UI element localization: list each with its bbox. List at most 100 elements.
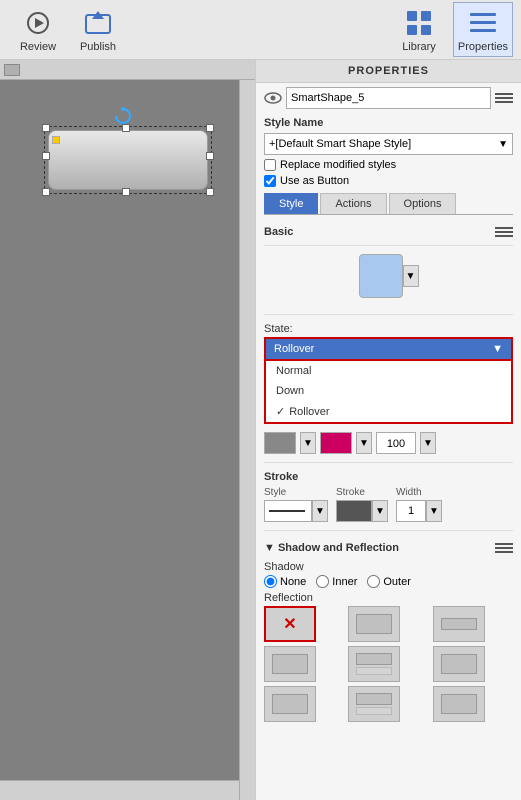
state-option-rollover[interactable]: ✓Rollover (266, 401, 511, 422)
reflection-thumb-7[interactable] (264, 686, 316, 722)
library-button[interactable]: Library (389, 2, 449, 57)
shape-name-input[interactable] (286, 87, 491, 109)
reflection-thumb-5[interactable] (348, 646, 400, 682)
style-dropdown[interactable]: +[Default Smart Shape Style] ▼ (264, 133, 513, 155)
fill-opacity-value: 100 (376, 432, 416, 454)
handle-mid-right[interactable] (206, 152, 214, 160)
properties-panel: PROPERTIES Style Name +[Default Smart Sh… (255, 60, 521, 800)
reflection-thumb-3[interactable] (433, 606, 485, 642)
stroke-style-dropdown[interactable]: ▼ (312, 500, 328, 522)
shadow-menu-icon[interactable] (495, 539, 513, 557)
canvas-scroll-top (0, 60, 255, 80)
shadow-outer-radio[interactable] (367, 575, 380, 588)
use-as-button-label: Use as Button (280, 175, 349, 187)
replace-styles-row: Replace modified styles (256, 157, 521, 173)
basic-menu-icon[interactable] (495, 223, 513, 241)
reflection-rect (356, 614, 392, 634)
publish-button[interactable]: Publish (68, 2, 128, 57)
reflection-thumb-none[interactable]: ✕ (264, 606, 316, 642)
stroke-color-col: Stroke ▼ (336, 487, 388, 522)
thumb-r2-8 (356, 707, 392, 715)
stroke-color-dropdown[interactable]: ▼ (372, 500, 388, 522)
visibility-icon[interactable] (264, 92, 282, 104)
scroll-left[interactable] (4, 64, 20, 76)
thumb-r1-5 (356, 653, 392, 665)
use-as-button-checkbox[interactable] (264, 175, 276, 187)
handle-top-mid[interactable] (122, 124, 130, 132)
reflection-two-rect-8 (356, 693, 392, 715)
handle-bot-right[interactable] (206, 188, 214, 196)
fill-pink-dropdown[interactable]: ▼ (356, 432, 372, 454)
shadow-inner-option[interactable]: Inner (316, 575, 357, 588)
handle-top-left[interactable] (42, 124, 50, 132)
canvas-scroll-right[interactable] (239, 80, 255, 800)
stroke-style-select[interactable] (264, 500, 312, 522)
rotate-icon (113, 106, 133, 126)
shadow-outer-option[interactable]: Outer (367, 575, 411, 588)
review-button[interactable]: Review (8, 2, 68, 57)
reflection-two-rect-5 (356, 653, 392, 675)
reflection-thumb-9[interactable] (433, 686, 485, 722)
stroke-header: Stroke (264, 471, 513, 483)
handle-top-right[interactable] (206, 124, 214, 132)
handle-bot-mid[interactable] (122, 188, 130, 196)
tab-actions[interactable]: Actions (320, 193, 386, 214)
properties-button[interactable]: Properties (453, 2, 513, 57)
color-dropdown-arrow[interactable]: ▼ (403, 265, 419, 287)
reflection-grid: ✕ (264, 606, 513, 722)
fill-row: ▼ ▼ 100 ▼ (256, 428, 521, 458)
divider-2 (264, 462, 513, 463)
state-dropdown-selected[interactable]: Rollover ▼ (264, 337, 513, 361)
use-as-button-row: Use as Button (256, 173, 521, 189)
shape-yellow-handle[interactable] (52, 136, 60, 144)
state-option-normal[interactable]: Normal (266, 361, 511, 381)
canvas-area (0, 60, 255, 800)
tab-style[interactable]: Style (264, 193, 318, 214)
replace-styles-label: Replace modified styles (280, 159, 396, 171)
shadow-section-title: ▼ Shadow and Reflection (264, 542, 399, 554)
fill-opacity-dropdown[interactable]: ▼ (420, 432, 436, 454)
reflection-thumb-6[interactable] (433, 646, 485, 682)
reflection-thumb-4[interactable] (264, 646, 316, 682)
state-selected-value: Rollover (274, 343, 314, 355)
red-x-icon: ✕ (283, 614, 296, 634)
tab-options[interactable]: Options (389, 193, 457, 214)
stroke-style-col: Style ▼ (264, 487, 328, 522)
reflection-rect-4 (272, 654, 308, 674)
fill-gray-dropdown[interactable]: ▼ (300, 432, 316, 454)
replace-styles-checkbox[interactable] (264, 159, 276, 171)
name-menu-icon[interactable] (495, 89, 513, 107)
stroke-style-label: Style (264, 487, 328, 498)
handle-mid-left[interactable] (42, 152, 50, 160)
divider-3 (264, 530, 513, 531)
divider-1 (264, 314, 513, 315)
smart-shape-container (38, 120, 218, 200)
shadow-radio-row: None Inner Outer (264, 575, 513, 588)
fill-swatch-gray[interactable] (264, 432, 296, 454)
name-row (256, 83, 521, 113)
shadow-none-radio[interactable] (264, 575, 277, 588)
state-option-down[interactable]: Down (266, 381, 511, 401)
style-dropdown-arrow: ▼ (498, 139, 508, 150)
fill-swatch-pink[interactable] (320, 432, 352, 454)
color-swatch[interactable] (359, 254, 403, 298)
basic-label: Basic (264, 226, 293, 238)
reflection-rect-6 (441, 654, 477, 674)
smart-shape[interactable] (48, 130, 208, 190)
shadow-header: ▼ Shadow and Reflection (264, 539, 513, 557)
state-section: State: Rollover ▼ Normal Down ✓Rollover (256, 319, 521, 428)
thumb-r1 (441, 618, 477, 630)
triangle-icon: ▼ (264, 542, 278, 554)
handle-bot-left[interactable] (42, 188, 50, 196)
reflection-label: Reflection (264, 592, 513, 604)
stroke-style-line (269, 510, 305, 512)
reflection-two-rect (441, 618, 477, 630)
stroke-width-value[interactable]: 1 (396, 500, 426, 522)
stroke-color-swatch[interactable] (336, 500, 372, 522)
state-dropdown-wrapper: Rollover ▼ Normal Down ✓Rollover (264, 337, 513, 424)
reflection-thumb-8[interactable] (348, 686, 400, 722)
shadow-none-option[interactable]: None (264, 575, 306, 588)
shadow-inner-radio[interactable] (316, 575, 329, 588)
reflection-thumb-2[interactable] (348, 606, 400, 642)
stroke-width-dropdown[interactable]: ▼ (426, 500, 442, 522)
